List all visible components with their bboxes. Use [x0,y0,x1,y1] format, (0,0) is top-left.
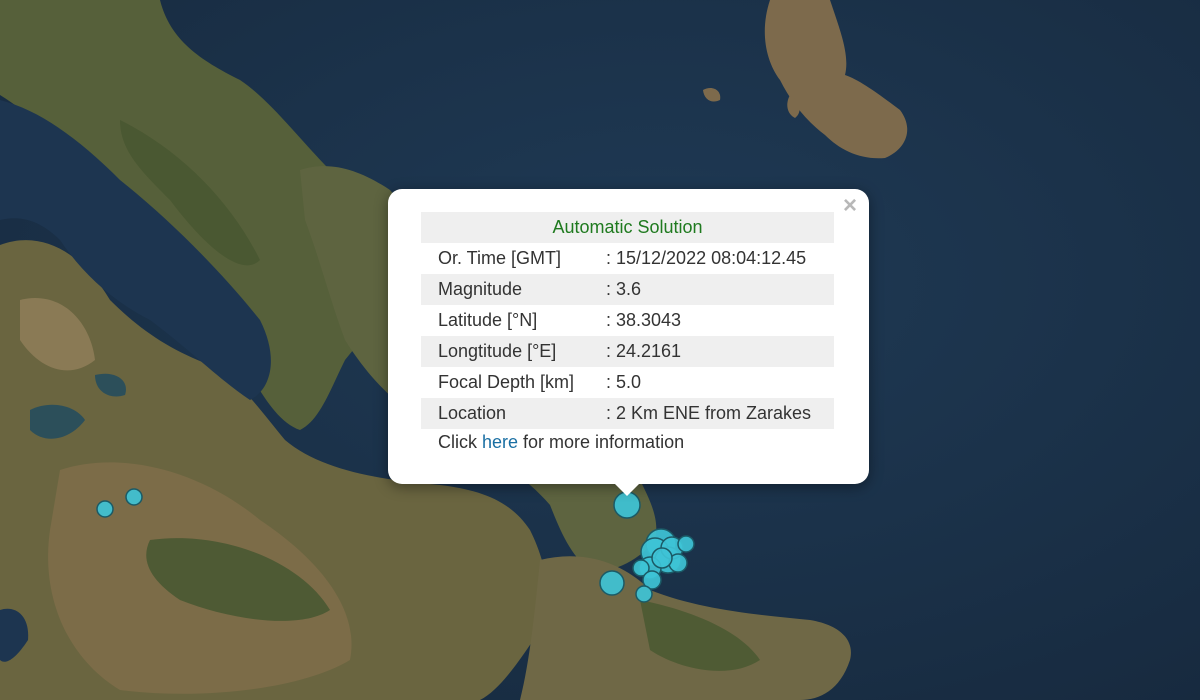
table-row: Latitude [°N] : 38.3043 [421,305,834,336]
magnitude-label: Magnitude [421,274,606,305]
earthquake-marker[interactable] [599,570,625,596]
longitude-label: Longtitude [°E] [421,336,606,367]
more-info-link[interactable]: here [482,432,518,452]
table-row: Magnitude : 3.6 [421,274,834,305]
solution-table: Automatic Solution Or. Time [GMT] : 15/1… [421,212,834,429]
longitude-value: : 24.2161 [606,336,834,367]
click-suffix: for more information [518,432,685,452]
location-value: : 2 Km ENE from Zarakes [606,398,834,429]
table-row: Longtitude [°E] : 24.2161 [421,336,834,367]
magnitude-value: : 3.6 [606,274,834,305]
origin-time-value: : 15/12/2022 08:04:12.45 [606,248,807,268]
focal-depth-value: : 5.0 [606,372,642,392]
popup-tip [613,482,641,496]
focal-depth-label: Focal Depth [km] [438,372,575,392]
location-label: Location [421,398,606,429]
earthquake-marker[interactable] [677,535,695,553]
latitude-value: : 38.3043 [606,310,682,330]
origin-time-label: Or. Time [GMT] [438,248,562,268]
earthquake-marker[interactable] [96,500,114,518]
earthquake-marker[interactable] [635,585,653,603]
close-icon[interactable]: × [838,194,862,218]
table-row: Automatic Solution [421,212,834,243]
latitude-label: Latitude [°N] [438,310,538,330]
earthquake-marker[interactable] [651,547,673,569]
more-info-line: Click here for more information [438,432,684,453]
table-row: Location : 2 Km ENE from Zarakes [421,398,834,429]
earthquake-marker[interactable] [125,488,143,506]
click-prefix: Click [438,432,482,452]
popup-title: Automatic Solution [421,212,834,243]
table-row: Or. Time [GMT] : 15/12/2022 08:04:12.45 [421,243,834,274]
table-row: Focal Depth [km] : 5.0 [421,367,834,398]
